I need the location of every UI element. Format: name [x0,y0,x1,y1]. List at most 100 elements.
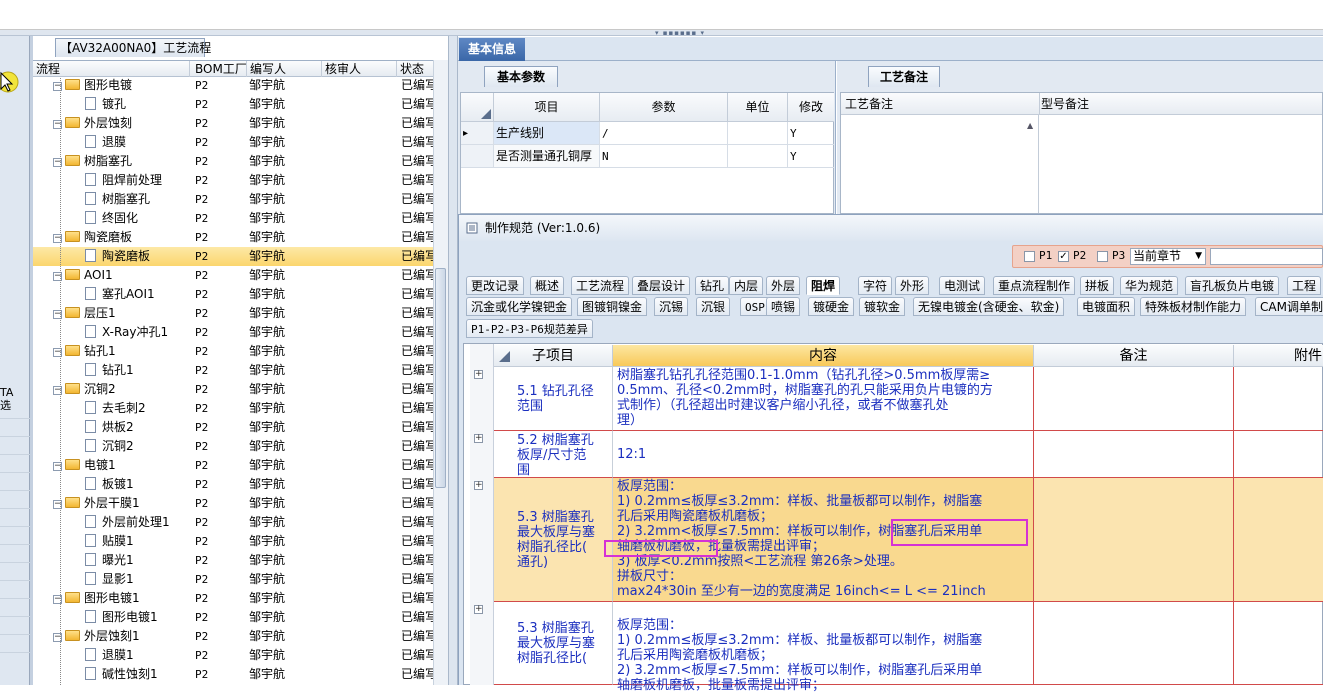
param-value-cell[interactable]: N [600,145,728,168]
chapter-select[interactable]: 当前章节 ▼ [1130,248,1206,265]
basic-info-tab[interactable]: 基本信息 [459,38,525,61]
params-col-modify[interactable]: 修改 [788,93,834,122]
col-header-reviewer[interactable]: 核审人 [322,61,397,77]
tree-node-name[interactable]: 贴膜1 [33,532,190,551]
row-expand-icon[interactable]: + [474,434,483,443]
tree-node-name[interactable]: − AOI1 [33,266,190,285]
param-item-cell[interactable]: 是否测量通孔铜厚 [494,145,600,168]
tree-leaf-row[interactable]: 陶瓷磨板 P2 邹宇航 已编写 [33,247,433,266]
tree-leaf-row[interactable]: 显影1 P2 邹宇航 已编写 [33,570,433,589]
tree-node-name[interactable]: − 钻孔1 [33,342,190,361]
spec-content-cell[interactable]: 树脂塞孔钻孔孔径范围0.1-1.0mm（钻孔孔径>0.5mm板厚需≥ 0.5mm、… [613,367,1034,431]
tree-node-name[interactable]: 板镀1 [33,475,190,494]
tab-row1-6[interactable]: 外层 [766,276,801,295]
tree-leaf-row[interactable]: 树脂塞孔 P2 邹宇航 已编写 [33,190,433,209]
tree-leaf-row[interactable]: 外层前处理1 P2 邹宇航 已编写 [33,513,433,532]
row-expand-icon[interactable]: + [474,481,483,490]
tab-row1-7[interactable]: 阻焊 [806,276,841,295]
tree-folder-row[interactable]: − 外层蚀刻 P2 邹宇航 已编写 [33,114,433,133]
tree-folder-row[interactable]: − 钻孔1 P2 邹宇航 已编写 [33,342,433,361]
tree-leaf-row[interactable]: 去毛刺2 P2 邹宇航 已编写 [33,399,433,418]
spec-note-cell[interactable] [1034,367,1234,431]
param-modify-cell[interactable]: Y [788,145,834,168]
tree-node-name[interactable]: 碱性蚀刻1 [33,665,190,684]
tree-leaf-row[interactable]: 镀孔 P2 邹宇航 已编写 [33,95,433,114]
tree-leaf-row[interactable]: 阻焊前处理 P2 邹宇航 已编写 [33,171,433,190]
tab-row1-2[interactable]: 工艺流程 [571,276,630,295]
param-unit-cell[interactable] [728,122,788,145]
tree-folder-row[interactable]: − AOI1 P2 邹宇航 已编写 [33,266,433,285]
tab-row1-9[interactable]: 外形 [895,276,930,295]
tree-folder-row[interactable]: − 陶瓷磨板 P2 邹宇航 已编写 [33,228,433,247]
tab-row1-5[interactable]: 内层 [729,276,764,295]
tree-folder-row[interactable]: − 沉铜2 P2 邹宇航 已编写 [33,380,433,399]
col-header-attachment[interactable]: 附件 [1234,345,1323,367]
spec-attachment-cell[interactable] [1234,367,1323,431]
tab-row2-3[interactable]: 沉银 [696,297,731,316]
spec-content-cell[interactable]: 板厚范围： 1) 0.2mm≤板厚≤3.2mm：样板、批量板都可以制作，树脂塞 孔后… [613,602,1034,693]
vertical-splitter[interactable] [448,36,458,685]
process-notes-tab[interactable]: 工艺备注 [868,66,940,87]
splitter-grip-icon[interactable]: ▾ ▪▪▪▪▪▪ ▾ [648,30,712,37]
chevron-down-icon[interactable]: ▼ [1195,249,1202,264]
spec-note-cell[interactable] [1034,478,1234,602]
tree-folder-row[interactable]: − 外层干膜1 P2 邹宇航 已编写 [33,494,433,513]
spec-attachment-cell[interactable] [1234,602,1323,685]
tree-node-name[interactable]: 钻孔1 [33,361,190,380]
tree-folder-row[interactable]: − 树脂塞孔 P2 邹宇航 已编写 [33,152,433,171]
spec-subitem-cell[interactable]: 5.2 树脂塞孔 板厚/尺寸范围 [494,431,613,478]
tree-leaf-row[interactable]: 塞孔AOI1 P2 邹宇航 已编写 [33,285,433,304]
tree-folder-row[interactable]: − 层压1 P2 邹宇航 已编写 [33,304,433,323]
tab-row1-12[interactable]: 拼板 [1080,276,1115,295]
tab-row2-9[interactable]: 电镀面积 [1077,297,1136,316]
tree-node-name[interactable]: − 外层蚀刻 [33,114,190,133]
tree-folder-row[interactable]: − 图形电镀1 P2 邹宇航 已编写 [33,589,433,608]
tree-leaf-row[interactable]: 钻孔1 P2 邹宇航 已编写 [33,361,433,380]
tab-row2-2[interactable]: 沉锡 [654,297,689,316]
col-header-subitem[interactable]: 子项目 [494,345,613,367]
tree-node-name[interactable]: 树脂塞孔 [33,190,190,209]
tree-leaf-row[interactable]: X-Ray冲孔1 P2 邹宇航 已编写 [33,323,433,342]
tree-node-name[interactable]: 显影1 [33,570,190,589]
tree-node-name[interactable]: − 外层干膜1 [33,494,190,513]
param-value-cell[interactable]: / [600,122,728,145]
tree-node-name[interactable]: X-Ray冲孔1 [33,323,190,342]
row-expand-icon[interactable]: + [474,370,483,379]
tab-row1-8[interactable]: 字符 [858,276,893,295]
tree-node-name[interactable]: − 树脂塞孔 [33,152,190,171]
row-selector[interactable] [461,145,494,168]
tree-folder-row[interactable]: − 电镀1 P2 邹宇航 已编写 [33,456,433,475]
tree-node-name[interactable]: − 外层蚀刻1 [33,627,190,646]
tab-row1-4[interactable]: 钻孔 [695,276,730,295]
tree-folder-row[interactable]: − 外层蚀刻1 P2 邹宇航 已编写 [33,627,433,646]
tree-leaf-row[interactable]: 曝光1 P2 邹宇航 已编写 [33,551,433,570]
tree-node-name[interactable]: 阻焊前处理 [33,171,190,190]
tree-node-name[interactable]: 镀孔 [33,95,190,114]
tab-row1-15[interactable]: 工程 [1287,276,1322,295]
spec-attachment-cell[interactable] [1234,478,1323,602]
tree-scrollbar-thumb[interactable] [435,268,446,488]
spec-note-cell[interactable] [1034,431,1234,478]
col-header-process[interactable]: 流程 [33,61,190,77]
col-header-content[interactable]: 内容 [613,345,1034,367]
tree-node-name[interactable]: − 电镀1 [33,456,190,475]
tree-leaf-row[interactable]: 碱性蚀刻1 P2 邹宇航 已编写 [33,665,433,684]
spec-note-cell[interactable] [1034,602,1234,685]
tree-node-name[interactable]: − 图形电镀1 [33,589,190,608]
tree-node-name[interactable]: 烘板2 [33,418,190,437]
tree-folder-row[interactable]: − 图形电镀 P2 邹宇航 已编写 [33,76,433,95]
tab-row2-10[interactable]: 特殊板材制作能力 [1140,297,1247,316]
process-tree-tab[interactable]: 【AV32A00NA0】工艺流程 [55,38,211,57]
tab-row2-11[interactable]: CAM调单制作 [1255,297,1323,316]
p2-checkbox[interactable]: ✓ [1058,251,1069,262]
basic-params-tab[interactable]: 基本参数 [484,66,558,87]
notes-col-model[interactable]: 型号备注 [1040,93,1322,115]
tab-row1-13[interactable]: 华为规范 [1120,276,1179,295]
tree-leaf-row[interactable]: 终固化 P2 邹宇航 已编写 [33,209,433,228]
scroll-up-arrow-icon[interactable]: ▲ [1027,121,1033,130]
param-modify-cell[interactable]: Y [788,122,834,145]
tree-node-name[interactable]: − 沉铜2 [33,380,190,399]
param-item-cell[interactable]: 生产线别 [494,122,600,145]
tree-node-name[interactable]: 去毛刺2 [33,399,190,418]
p1-checkbox[interactable] [1024,251,1035,262]
